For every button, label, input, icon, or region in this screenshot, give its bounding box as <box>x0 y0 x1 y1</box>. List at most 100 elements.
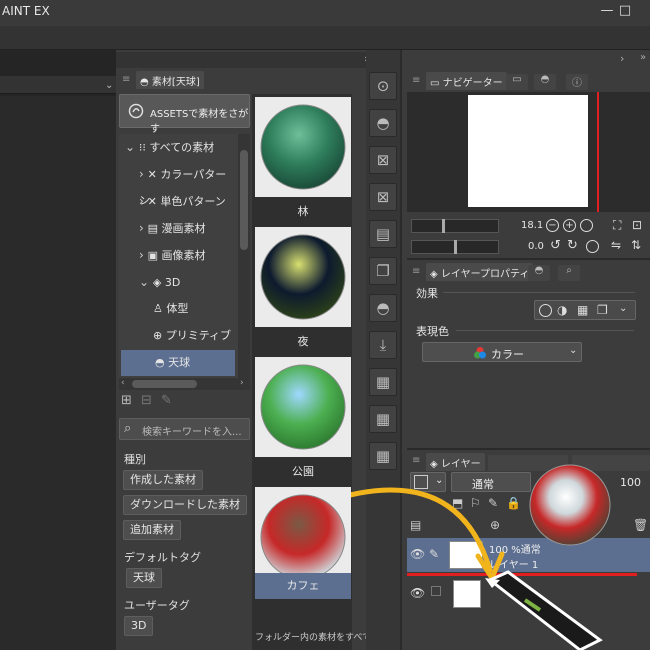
grid-icon[interactable]: ▦ <box>369 405 397 433</box>
zoom-in-icon[interactable]: + <box>563 219 576 232</box>
chevron-right-icon[interactable]: › <box>139 248 148 262</box>
tree-item[interactable]: ◓ 天球 <box>121 350 235 376</box>
material-thumbnail[interactable] <box>255 97 351 197</box>
tag-sky-dome-button[interactable]: 天球 <box>126 568 162 588</box>
zoom-slider-handle[interactable] <box>442 219 445 233</box>
material-thumbnail[interactable] <box>255 357 351 457</box>
expression-color-label: 表現色 <box>416 325 449 338</box>
pattern-effect-icon[interactable]: ▦ <box>577 303 588 317</box>
navigator-icon: ▭ <box>430 78 440 89</box>
layer-color-icon[interactable]: ❐ <box>597 303 608 317</box>
target-icon[interactable]: ⊙ <box>369 72 397 100</box>
tree-hscroll-thumb[interactable] <box>132 380 197 388</box>
canvas-area[interactable] <box>0 96 117 650</box>
color-divider <box>456 330 634 331</box>
tree-item[interactable]: ⊕ プリミティブ <box>119 323 235 349</box>
chevron-down-icon[interactable]: ⌄ <box>105 80 113 91</box>
maximize-icon[interactable]: □ <box>618 4 632 18</box>
material-thumbnail-label: カフェ <box>255 573 351 599</box>
rotation-slider[interactable] <box>411 240 499 254</box>
assets-search-button[interactable]: ASSETSで素材をさがす <box>119 94 250 135</box>
border-effect-icon[interactable] <box>539 304 552 317</box>
chevron-right-icon[interactable]: › <box>139 221 148 235</box>
tone-effect-icon[interactable]: ◑ <box>557 303 567 317</box>
fit-screen-icon[interactable]: ⛶ <box>613 218 629 234</box>
effect-buttons: ◑ ▦ ❐ ⌄ <box>534 300 636 320</box>
tab-subview[interactable]: ▭ <box>506 74 528 90</box>
add-folder-icon[interactable]: ⊞ <box>121 393 132 408</box>
chevron-right-icon[interactable]: › <box>139 194 148 208</box>
tab-layer-property-label: レイヤープロパティ <box>440 269 530 280</box>
chevron-right-icon[interactable]: › <box>139 167 148 181</box>
tree-scroll-thumb[interactable] <box>240 150 248 250</box>
tab-info[interactable]: ⓘ <box>566 74 588 90</box>
right-panel-collapse-icon[interactable]: › <box>620 52 624 65</box>
chevron-down-icon[interactable]: ⌄ <box>139 275 153 289</box>
zoom-slider[interactable] <box>411 219 499 233</box>
tree-item[interactable]: ♙ 体型 <box>119 296 235 322</box>
rotate-left-icon[interactable]: ↺ <box>550 238 561 253</box>
import-icon[interactable]: ⤓ <box>369 331 397 359</box>
panel-menu-icon[interactable]: ≡ <box>412 75 420 86</box>
copy-icon[interactable]: ❐ <box>369 257 397 285</box>
tag-3d-button[interactable]: 3D <box>124 616 154 636</box>
actual-size-icon[interactable]: ⊡ <box>632 218 648 234</box>
expression-color-select[interactable]: カラー ⌄ <box>422 342 582 362</box>
tab-materials[interactable]: ◓ 素材[天球] <box>136 71 204 89</box>
panel-menu-icon[interactable]: ≡ <box>412 266 420 277</box>
minimize-icon[interactable]: — <box>600 4 614 18</box>
panel-divider <box>407 258 650 260</box>
tree-item[interactable]: › ✕ 単色パターン <box>119 188 235 214</box>
grid-icon[interactable]: ▦ <box>369 442 397 470</box>
created-materials-button[interactable]: 作成した素材 <box>123 470 203 490</box>
grid-icon[interactable]: ▦ <box>369 368 397 396</box>
fit-icon[interactable] <box>580 219 593 232</box>
scroll-left-icon[interactable]: ‹ <box>121 378 125 388</box>
chevron-down-icon: ⌄ <box>569 345 578 356</box>
search-input[interactable]: ⌕ 検索キーワードを入... <box>119 418 250 440</box>
tab-layer-property[interactable]: ◈ レイヤープロパティ <box>426 263 534 281</box>
tree-item[interactable]: ⌄ ⁝⁝ すべての素材 <box>119 134 235 160</box>
chevron-down-icon[interactable]: ⌄ <box>125 140 139 154</box>
tree-item[interactable]: › ▤ 漫画素材 <box>119 215 235 241</box>
material-thumbnail[interactable] <box>255 487 351 587</box>
tree-item-label: 単色パターン <box>160 195 226 208</box>
reset-rotation-icon[interactable] <box>586 240 599 253</box>
added-materials-button[interactable]: 追加素材 <box>123 520 181 540</box>
delete-icon[interactable]: ⊠ <box>369 183 397 211</box>
tree-item-label: 漫画素材 <box>161 222 206 235</box>
sky-dome-icon[interactable]: ◓ <box>369 294 397 322</box>
tab-navigator[interactable]: ▭ ナビゲーター <box>426 72 507 90</box>
user-tag-heading: ユーザータグ <box>124 599 190 612</box>
rotation-slider-handle[interactable] <box>454 240 457 254</box>
layer-property-icon: ◈ <box>430 269 438 280</box>
zoom-out-icon[interactable]: − <box>546 219 559 232</box>
rotate-right-icon[interactable]: ↻ <box>567 238 578 253</box>
edit-folder-icon[interactable]: ✎ <box>161 393 172 408</box>
material-tree: ⌄ ⁝⁝ すべての素材 › ✕ カラーパターン › ✕ 単色パターン › ▤ 漫画素材… <box>119 134 239 382</box>
sky-dome-icon: ◓ <box>155 356 169 369</box>
tree-item[interactable]: › ▣ 画像素材 <box>119 242 235 268</box>
tree-item[interactable]: ⌄ ◈ 3D <box>119 269 235 295</box>
scroll-right-icon[interactable]: › <box>240 378 244 388</box>
layer-icon[interactable]: ▤ <box>369 220 397 248</box>
chevron-down-icon[interactable]: ⌄ <box>619 303 627 314</box>
delete-folder-icon[interactable]: ⊟ <box>141 393 152 408</box>
flip-horizontal-icon[interactable]: ⇋ <box>611 238 621 252</box>
downloaded-materials-button[interactable]: ダウンロードした素材 <box>123 495 247 515</box>
material-thumbnail[interactable] <box>255 227 351 327</box>
cube-icon: ◈ <box>152 276 165 289</box>
tree-item-label: 3D <box>164 276 181 289</box>
tree-item[interactable]: › ✕ カラーパターン <box>119 161 235 207</box>
tab-layer-extra[interactable]: ◓ <box>528 265 550 281</box>
right-panel-expand-icon[interactable]: » <box>640 52 646 63</box>
delete-icon[interactable]: ⊠ <box>369 146 397 174</box>
flip-vertical-icon[interactable]: ⇅ <box>631 238 641 252</box>
panel-menu-icon[interactable]: ≡ <box>122 74 130 85</box>
canvas-tab-bar <box>0 76 117 94</box>
material-panel-bar: › » <box>116 52 395 68</box>
sky-dome-icon[interactable]: ◓ <box>369 109 397 137</box>
tab-search-layer[interactable]: ⌕ <box>558 265 580 281</box>
material-thumbnail-label: 夜 <box>297 335 309 348</box>
tab-layer-search[interactable]: ◓ <box>534 74 556 90</box>
